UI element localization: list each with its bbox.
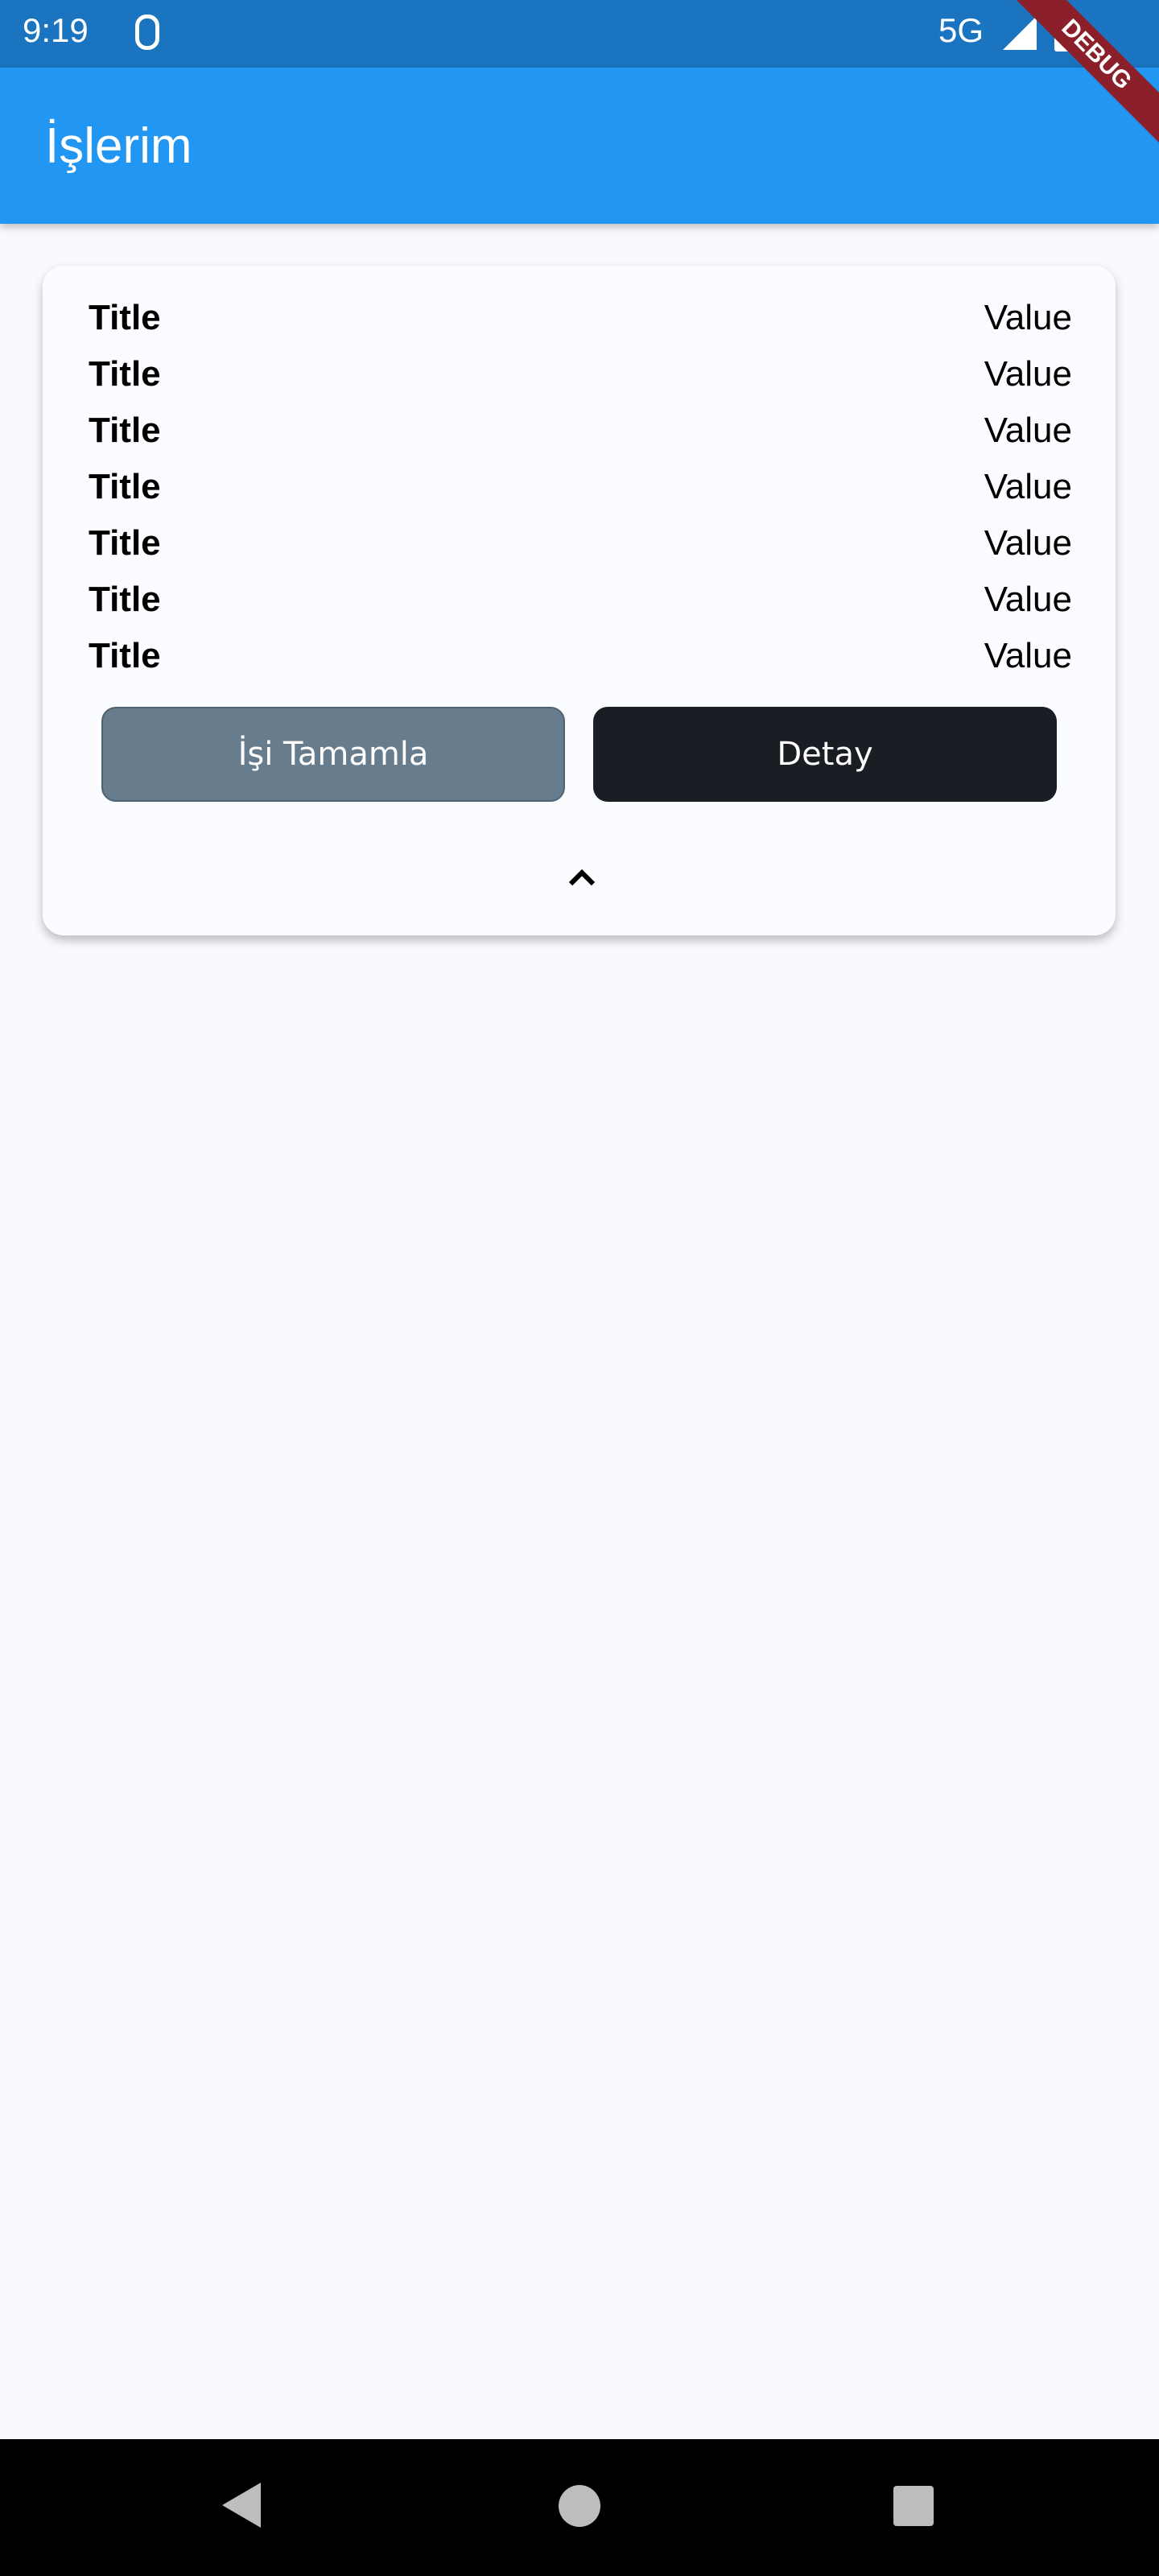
row-title: Title: [89, 523, 161, 563]
job-card: Title Value Title Value Title Value Title Va…: [43, 266, 1116, 935]
info-row: Title Value: [89, 291, 1072, 340]
back-icon[interactable]: [222, 2483, 261, 2528]
status-bar: 9:19 5G: [0, 0, 1159, 68]
row-value: Value: [984, 354, 1072, 394]
row-value: Value: [984, 467, 1072, 506]
recent-apps-icon[interactable]: [893, 2486, 934, 2526]
signal-icon: [1003, 16, 1037, 50]
page-title: İşlerim: [45, 118, 192, 174]
chevron-up-icon[interactable]: [566, 861, 598, 894]
status-time: 9:19: [23, 11, 89, 49]
home-icon[interactable]: [559, 2485, 600, 2527]
app-bar: İşlerim: [0, 68, 1159, 224]
info-row: Title Value: [89, 460, 1072, 509]
info-row: Title Value: [89, 348, 1072, 396]
complete-job-button[interactable]: İşi Tamamla: [101, 707, 565, 802]
info-row: Title Value: [89, 573, 1072, 621]
row-title: Title: [89, 354, 161, 394]
row-value: Value: [984, 523, 1072, 563]
row-value: Value: [984, 636, 1072, 675]
network-type: 5G: [938, 11, 984, 49]
info-row: Title Value: [89, 630, 1072, 678]
row-title: Title: [89, 636, 161, 675]
info-row: Title Value: [89, 404, 1072, 452]
row-value: Value: [984, 298, 1072, 337]
row-title: Title: [89, 411, 161, 450]
system-nav-bar: [0, 2439, 1159, 2576]
row-title: Title: [89, 298, 161, 337]
info-row: Title Value: [89, 517, 1072, 565]
row-title: Title: [89, 580, 161, 619]
row-value: Value: [984, 580, 1072, 619]
detail-button[interactable]: Detay: [593, 707, 1057, 802]
row-title: Title: [89, 467, 161, 506]
notification-icon: [135, 14, 159, 50]
row-value: Value: [984, 411, 1072, 450]
